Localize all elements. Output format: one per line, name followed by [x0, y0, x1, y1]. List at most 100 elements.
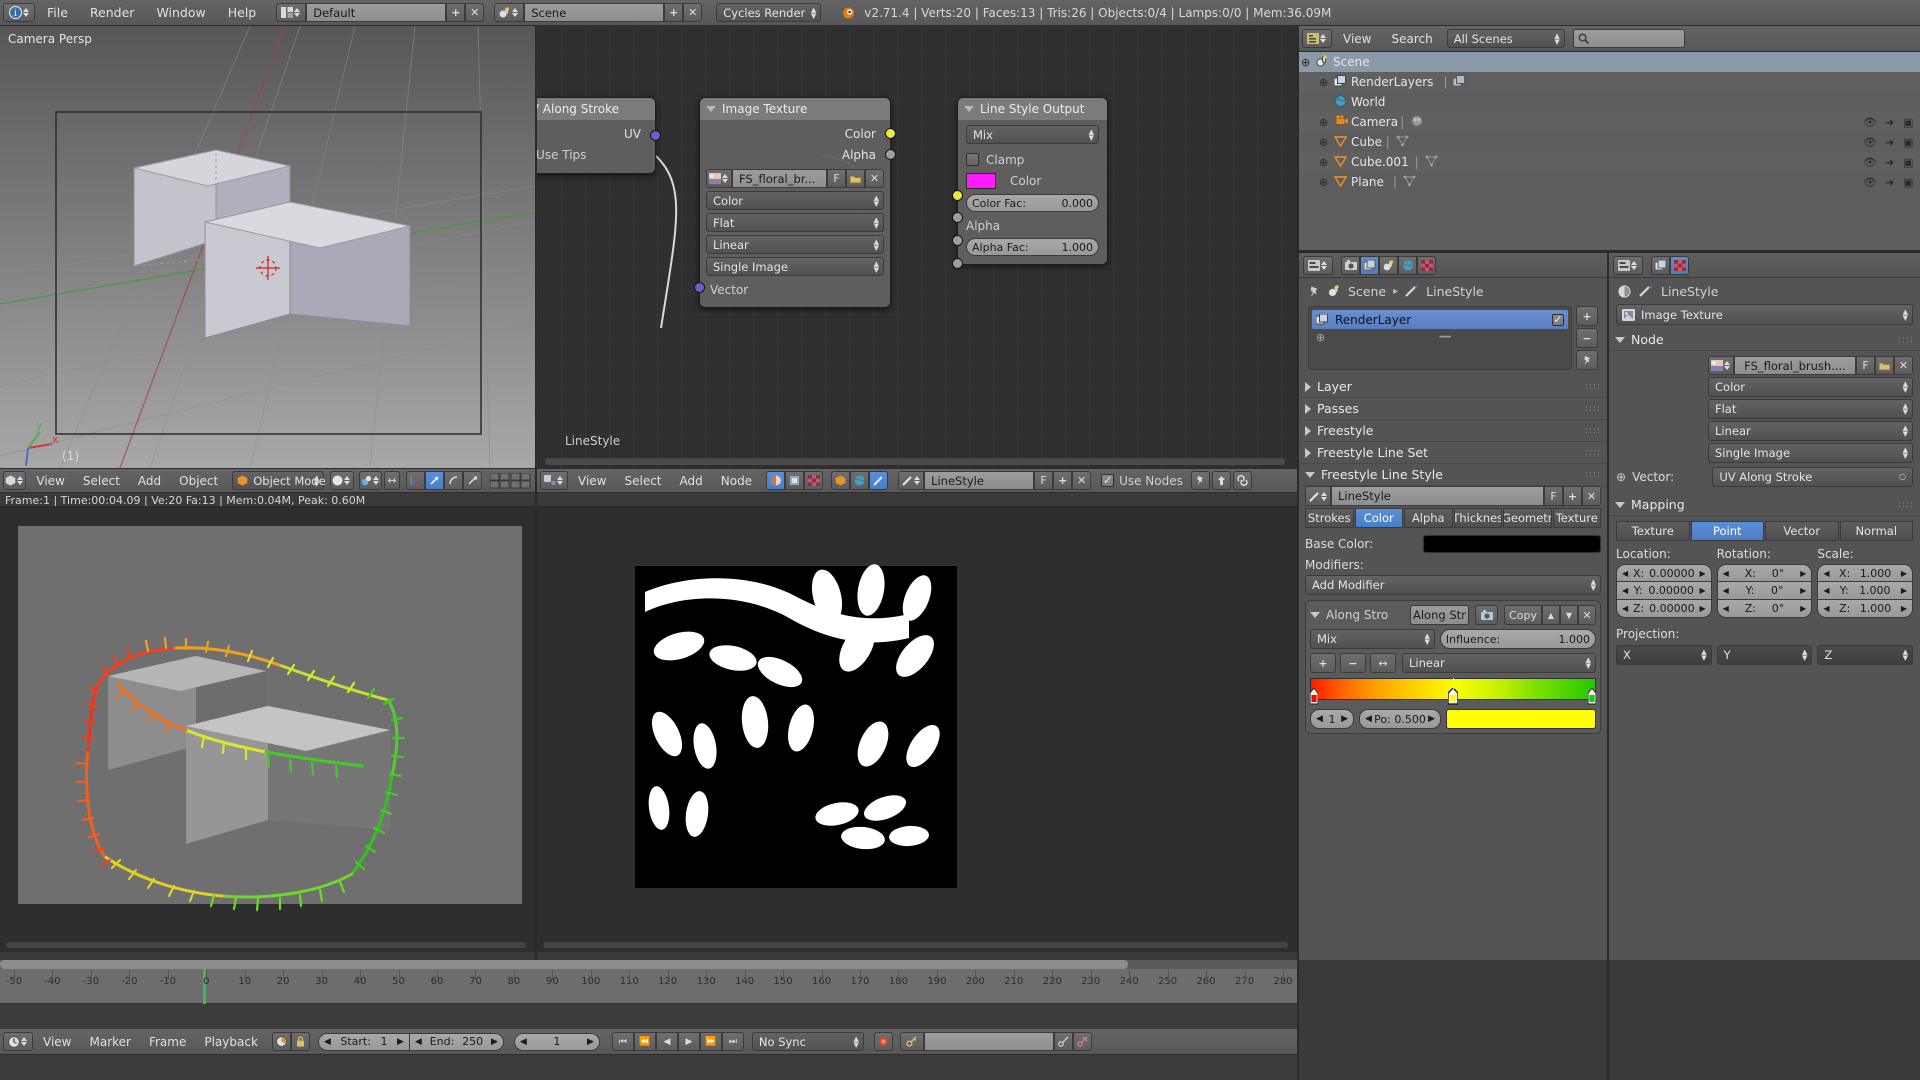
ramp-stop-position-field[interactable]: ◀ Po: 0.500 ▶ — [1359, 709, 1441, 729]
node-header[interactable]: UV Along Stroke — [537, 98, 655, 120]
fake-user-button[interactable]: F — [1856, 356, 1875, 375]
projection-dropdown-x[interactable]: X▲▼ — [1616, 645, 1712, 665]
scale-fields[interactable]: ◀X:1.000▶◀Y:1.000▶◀Z:1.000▶ — [1817, 564, 1913, 618]
pin-icon[interactable] — [1308, 285, 1321, 298]
menu-playback[interactable]: Playback — [196, 1029, 266, 1055]
modifier-texture-icon[interactable] — [1475, 605, 1498, 625]
world-icon[interactable] — [850, 471, 869, 490]
linestyle-tab-color[interactable]: Color — [1355, 508, 1404, 528]
browse-image-icon[interactable] — [1708, 356, 1734, 375]
go-to-parent-icon[interactable] — [1212, 471, 1231, 490]
chevron-left-icon[interactable]: ◀ — [1823, 604, 1829, 613]
add-render-layer-button[interactable]: + — [1576, 306, 1598, 326]
mapping-tab-texture[interactable]: Texture — [1616, 521, 1690, 541]
chevron-left-icon[interactable]: ◀ — [324, 1037, 331, 1047]
chevron-right-icon[interactable]: ▶ — [1699, 569, 1705, 578]
node-compositing-icon[interactable] — [785, 471, 804, 490]
chevron-right-icon[interactable] — [1305, 404, 1311, 414]
socket-color-input[interactable] — [952, 190, 963, 201]
ramp-stop-1[interactable] — [1448, 688, 1458, 714]
menu-view[interactable]: View — [28, 468, 72, 494]
menu-help[interactable]: Help — [218, 0, 267, 26]
clamp-checkbox[interactable] — [966, 153, 979, 166]
alpha-fac-field[interactable]: Alpha Fac: 1.000 — [966, 238, 1099, 256]
breadcrumb-linestyle[interactable]: LineStyle — [1661, 284, 1718, 299]
render-layer-list-item[interactable]: RenderLayer ✓ — [1312, 310, 1568, 329]
outliner-row-camera[interactable]: ⊕Camera|👁➔▣ — [1299, 112, 1920, 132]
chevron-left-icon[interactable]: ◀ — [1723, 569, 1729, 578]
render-camera-icon[interactable]: ▣ — [1903, 156, 1913, 169]
ramp-stop-0[interactable] — [1310, 688, 1318, 714]
unlink-linestyle-button[interactable]: ✕ — [1072, 471, 1091, 490]
delete-layout-button[interactable]: ✕ — [465, 3, 484, 22]
chevron-left-icon[interactable]: ◀ — [520, 1037, 527, 1047]
linestyle-tab-bar[interactable]: StrokesColorAlphaThicknesGeometrTexture — [1305, 508, 1601, 528]
menu-select[interactable]: Select — [616, 468, 669, 494]
texture-dropdown-flat[interactable]: Flat▲▼ — [1616, 399, 1913, 419]
fake-user-button[interactable]: F — [827, 169, 846, 188]
menu-add[interactable]: Add — [130, 468, 169, 494]
socket-alpha-output[interactable] — [885, 149, 896, 160]
scene-icon[interactable] — [494, 3, 524, 22]
location-fields[interactable]: ◀X:0.00000▶◀Y:0.00000▶◀Z:0.00000▶ — [1616, 564, 1712, 618]
add-color-stop-button[interactable]: + — [1310, 653, 1336, 673]
plus-circle-icon[interactable]: ⊕ — [1616, 470, 1626, 484]
modifier-name-field[interactable]: Along Str — [1410, 605, 1469, 625]
menu-view[interactable]: View — [1334, 26, 1380, 52]
divider-horizontal-1[interactable] — [0, 506, 1297, 508]
socket-alphafac-input[interactable] — [952, 258, 963, 269]
menu-render[interactable]: Render — [80, 0, 145, 26]
dropdown[interactable]: Color▲▼ — [1708, 377, 1913, 397]
tab-render-layers[interactable] — [1360, 256, 1379, 275]
mapping-tab-normal[interactable]: Normal — [1840, 521, 1914, 541]
camera-data-icon[interactable] — [1410, 115, 1424, 130]
menu-view[interactable]: View — [570, 468, 614, 494]
socket-vector-input[interactable] — [694, 282, 705, 293]
freestyle-linestyle-body[interactable]: LineStyle F + ✕ StrokesColorAlphaThickne… — [1299, 486, 1607, 734]
outliner-expander[interactable]: ⊕ — [1319, 76, 1328, 89]
delete-scene-button[interactable]: ✕ — [683, 3, 702, 22]
mapping-tab-vector[interactable]: Vector — [1765, 521, 1839, 541]
new-scene-button[interactable]: + — [664, 3, 683, 22]
chevron-right-icon[interactable]: ▶ — [1428, 714, 1435, 724]
projection-dropdown[interactable]: Flat ▲▼ — [706, 213, 884, 232]
texture-dropdown-color[interactable]: Color▲▼ — [1616, 377, 1913, 397]
tab-world[interactable] — [1398, 256, 1417, 275]
image-name-field[interactable]: FS_floral_brush.... — [1734, 356, 1856, 375]
chevron-right-icon[interactable]: ▶ — [491, 1037, 498, 1047]
socket-uv-output[interactable] — [650, 130, 661, 141]
socket-alpha-input[interactable] — [952, 235, 963, 246]
color-swatch[interactable] — [966, 173, 996, 189]
remove-render-layer-button[interactable]: − — [1576, 328, 1598, 348]
node-uv-along-stroke[interactable]: UV Along Stroke UV ✓ Use Tips — [537, 97, 656, 174]
texture-dropdown-single-image[interactable]: Single Image▲▼ — [1616, 443, 1913, 463]
image-editor-right-scrollbar-h[interactable] — [543, 942, 1288, 948]
ramp-stop-2[interactable] — [1588, 688, 1596, 714]
chevron-left-icon[interactable]: ◀ — [415, 1037, 422, 1047]
next-keyframe-icon[interactable]: ⏩ — [700, 1032, 722, 1051]
timeline-scrollbar-thumb[interactable] — [0, 960, 1128, 969]
browse-image-icon[interactable] — [706, 169, 732, 188]
unlink-icon[interactable]: ✕ — [865, 169, 884, 188]
panel-header-freestyle-line-set[interactable]: Freestyle Line Set:::: — [1299, 442, 1607, 464]
linestyle-name-field[interactable]: LineStyle — [1331, 486, 1544, 506]
outliner-expander[interactable]: ⊕ — [1301, 56, 1310, 69]
add-keyframe-icon[interactable] — [1054, 1032, 1073, 1051]
node-image-texture[interactable]: Image Texture Color Alpha FS_floral_br..… — [699, 97, 891, 308]
texture-dropdown-linear[interactable]: Linear▲▼ — [1616, 421, 1913, 441]
cursor-select-icon[interactable]: ➔ — [1885, 176, 1894, 189]
color-fac-field[interactable]: Color Fac: 0.000 — [966, 194, 1099, 212]
socket-colorfac-input[interactable] — [952, 212, 963, 223]
remove-color-stop-button[interactable]: − — [1340, 653, 1366, 673]
mesh-data-icon[interactable] — [1425, 155, 1438, 170]
interpolation-dropdown[interactable]: Linear ▲▼ — [706, 235, 884, 254]
keying-set-field[interactable] — [924, 1032, 1054, 1051]
linestyle-name-field[interactable]: LineStyle — [924, 471, 1034, 490]
projection-dropdown-y[interactable]: Y▲▼ — [1717, 645, 1813, 665]
tab-texture[interactable] — [1670, 256, 1689, 275]
menu-frame[interactable]: Frame — [141, 1029, 194, 1055]
copy-modifier-button[interactable]: Copy — [1504, 605, 1542, 625]
rotation-z[interactable]: ◀Z:0°▶ — [1717, 600, 1813, 618]
tab-scene[interactable] — [1379, 256, 1398, 275]
viewport-3d[interactable]: Camera Persp x y (1) — [0, 26, 535, 468]
